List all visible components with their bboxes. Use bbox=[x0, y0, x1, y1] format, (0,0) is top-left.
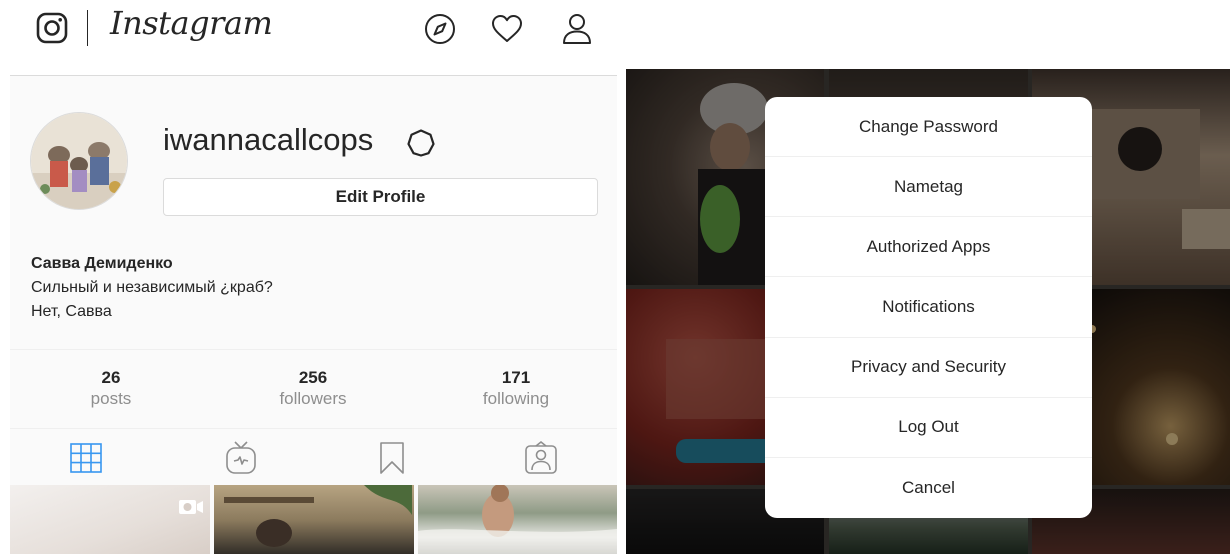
settings-menu-screen: Change Password Nametag Authorized Apps … bbox=[626, 69, 1230, 554]
menu-item-change-password[interactable]: Change Password bbox=[765, 97, 1092, 158]
grid-tab-icon[interactable] bbox=[68, 440, 104, 476]
stat-following-count: 171 bbox=[501, 368, 531, 387]
stat-following[interactable]: 171 following bbox=[446, 368, 586, 410]
tagged-tab-icon[interactable] bbox=[523, 440, 559, 476]
top-navigation-bar: Instagram bbox=[0, 0, 622, 58]
menu-item-nametag[interactable]: Nametag bbox=[765, 157, 1092, 218]
profile-tabs bbox=[10, 430, 617, 480]
profile-bio: Савва Демиденко Сильный и независимый ¿к… bbox=[31, 252, 273, 324]
instagram-logo-icon[interactable] bbox=[36, 12, 68, 44]
menu-item-notifications[interactable]: Notifications bbox=[765, 277, 1092, 338]
menu-item-privacy-security[interactable]: Privacy and Security bbox=[765, 338, 1092, 398]
post-thumbnail[interactable] bbox=[418, 485, 617, 554]
bio-line: Нет, Савва bbox=[31, 303, 112, 320]
profile-full-name: Савва Демиденко bbox=[31, 255, 173, 272]
video-icon bbox=[179, 500, 203, 514]
stat-followers-label: followers bbox=[279, 389, 347, 408]
stat-posts[interactable]: 26 posts bbox=[41, 368, 181, 410]
bio-line: Сильный и независимый ¿краб? bbox=[31, 279, 273, 296]
profile-screen: Instagram iwannacallcops Edit Profile Са… bbox=[0, 0, 622, 554]
stat-posts-count: 26 bbox=[101, 368, 121, 387]
profile-username: iwannacallcops bbox=[163, 122, 374, 157]
menu-item-cancel[interactable]: Cancel bbox=[765, 458, 1092, 518]
stat-followers-count: 256 bbox=[298, 368, 328, 387]
heart-icon[interactable] bbox=[490, 12, 524, 46]
bookmark-tab-icon[interactable] bbox=[374, 440, 410, 476]
stat-following-label: following bbox=[482, 389, 550, 408]
profile-area: iwannacallcops Edit Profile Савва Демиде… bbox=[10, 75, 617, 554]
stat-followers[interactable]: 256 followers bbox=[243, 368, 383, 410]
igtv-tab-icon[interactable] bbox=[223, 440, 259, 476]
photo-grid bbox=[10, 485, 617, 554]
post-thumbnail[interactable] bbox=[214, 485, 414, 554]
compass-icon[interactable] bbox=[423, 12, 457, 46]
stat-posts-label: posts bbox=[90, 389, 132, 408]
settings-gear-icon[interactable] bbox=[406, 128, 436, 158]
profile-icon[interactable] bbox=[560, 12, 594, 46]
settings-menu: Change Password Nametag Authorized Apps … bbox=[765, 97, 1092, 518]
profile-stats: 26 posts 256 followers 171 following bbox=[10, 349, 617, 429]
menu-item-authorized-apps[interactable]: Authorized Apps bbox=[765, 217, 1092, 278]
edit-profile-button[interactable]: Edit Profile bbox=[163, 178, 598, 216]
brand-divider bbox=[87, 10, 88, 46]
menu-item-log-out[interactable]: Log Out bbox=[765, 398, 1092, 458]
post-thumbnail[interactable] bbox=[10, 485, 210, 554]
avatar[interactable] bbox=[30, 112, 128, 210]
instagram-wordmark[interactable]: Instagram bbox=[110, 4, 273, 42]
